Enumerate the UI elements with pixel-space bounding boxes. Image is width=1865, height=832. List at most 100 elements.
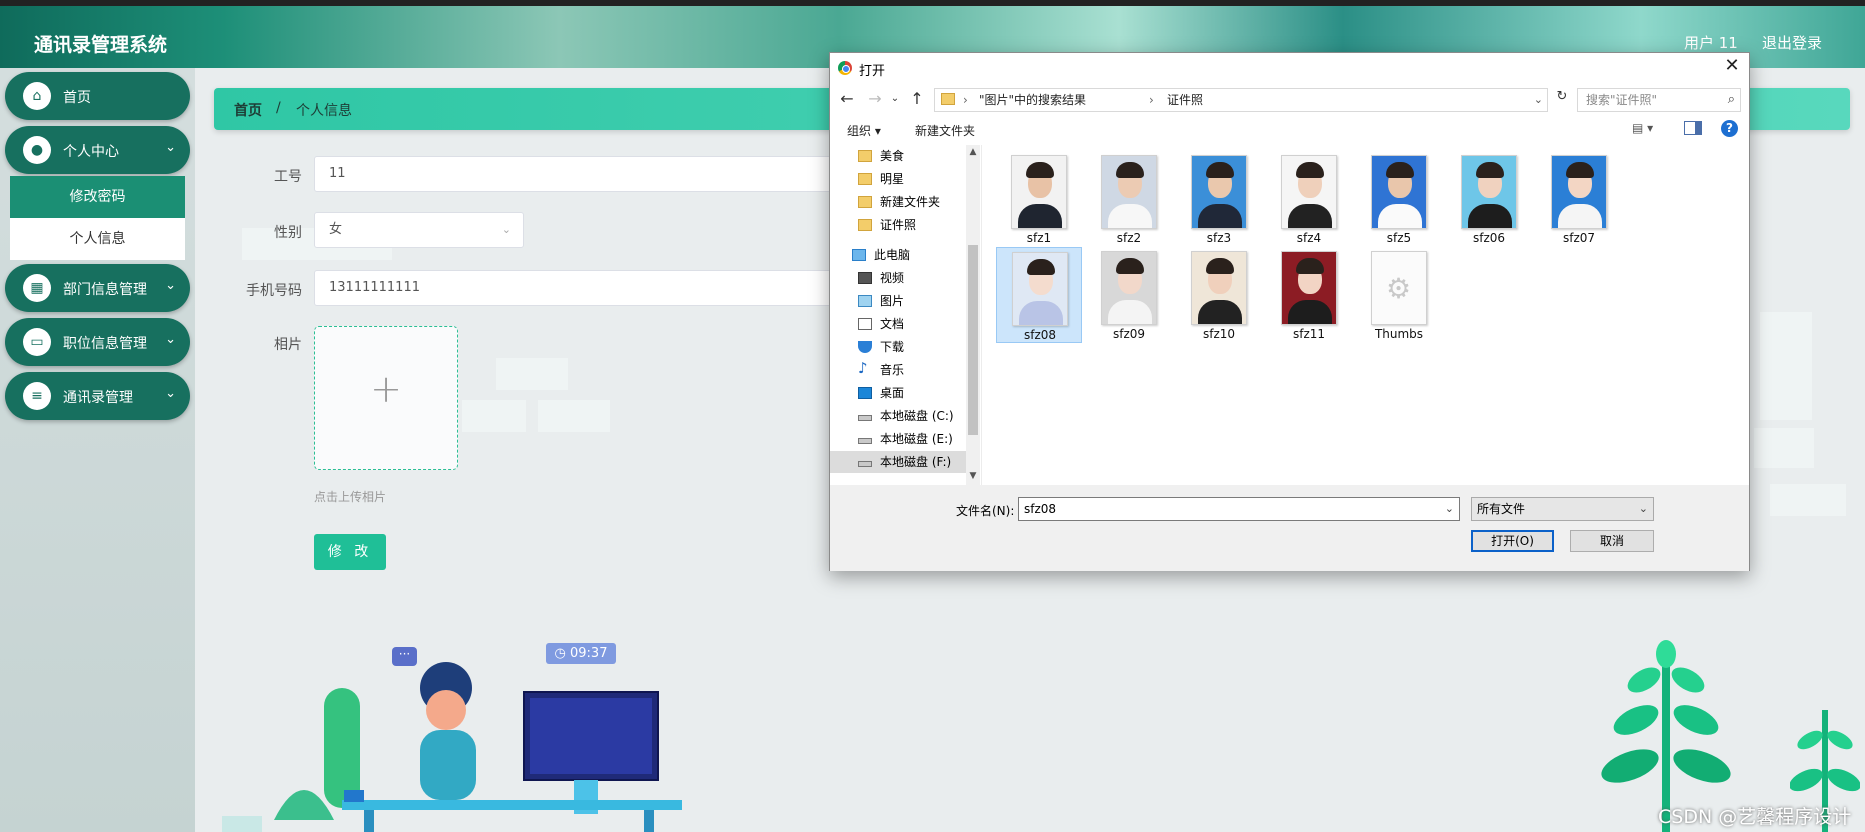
chevron-right-icon: › [963, 93, 968, 107]
background-decoration [462, 400, 526, 432]
chevron-down-icon: ⌄ [165, 278, 176, 293]
navigation-scrollbar[interactable]: ▲ ▼ [966, 145, 980, 485]
breadcrumb-current: 个人信息 [296, 103, 352, 119]
close-icon[interactable]: ✕ [1721, 55, 1743, 79]
phone-input[interactable]: 13111111111 [314, 270, 834, 306]
chevron-down-icon[interactable]: ▼ [966, 471, 980, 481]
sidebar: ⌂ 首页 ● 个人中心 ⌄ 修改密码 个人信息 ▦ 部门信息管理 ⌄ ▭ 职位信… [0, 68, 195, 832]
tree-item-label: 本地磁盘 (F:) [880, 455, 952, 469]
new-folder-button[interactable]: 新建文件夹 [915, 122, 975, 139]
pictures-icon [858, 295, 872, 307]
sidebar-item-department[interactable]: ▦ 部门信息管理 ⌄ [5, 264, 190, 312]
file-item[interactable]: sfz11 [1266, 247, 1352, 343]
breadcrumb-home[interactable]: 首页 [234, 100, 262, 120]
dialog-titlebar: 打开 ✕ [830, 53, 1749, 83]
gender-select[interactable]: 女 ⌄ [314, 212, 524, 248]
employee-id-input[interactable]: 11 [314, 156, 834, 192]
sidebar-subitem-change-password[interactable]: 修改密码 [10, 176, 185, 218]
photo-upload-area[interactable]: + [314, 326, 458, 470]
folder-icon [858, 173, 872, 185]
drive-icon [858, 415, 872, 421]
current-user: 用户 11 [1684, 34, 1738, 52]
chevron-down-icon: ⌄ [165, 332, 176, 347]
photo-thumbnail [1191, 155, 1247, 229]
recent-locations-icon[interactable]: ⌄ [886, 93, 904, 104]
sidebar-item-label: 通讯录管理 [63, 390, 133, 406]
file-item[interactable]: sfz5 [1356, 151, 1442, 247]
search-input[interactable]: 搜索"证件照" ⌕ [1577, 88, 1741, 112]
background-decoration [1754, 428, 1814, 468]
file-item[interactable]: sfz3 [1176, 151, 1262, 247]
drive-icon [858, 438, 872, 444]
open-button[interactable]: 打开(O) [1471, 530, 1554, 552]
dialog-navigation-bar: ← → ⌄ ↑ › "图片"中的搜索结果 › 证件照 ⌄ ↻ 搜索"证件照" ⌕ [830, 83, 1749, 117]
folder-icon [858, 196, 872, 208]
sidebar-item-home[interactable]: ⌂ 首页 [5, 72, 190, 120]
folder-icon [858, 150, 872, 162]
chevron-up-icon[interactable]: ▲ [966, 147, 980, 157]
file-name: sfz07 [1562, 231, 1596, 245]
sidebar-item-label: 首页 [63, 90, 91, 106]
tree-item-label: 明星 [880, 172, 905, 186]
filename-label: 文件名(N): [956, 504, 1015, 518]
music-icon: ♪ [858, 359, 868, 377]
back-arrow-icon[interactable]: ← [838, 89, 856, 108]
tree-item-drive-f[interactable]: 本地磁盘 (F:) [830, 451, 966, 473]
file-name: sfz08 [1023, 328, 1057, 342]
sidebar-item-position[interactable]: ▭ 职位信息管理 ⌄ [5, 318, 190, 366]
sidebar-item-label: 职位信息管理 [63, 336, 147, 352]
file-item[interactable]: sfz4 [1266, 151, 1352, 247]
file-list: sfz1 sfz2 sfz3 sfz4 sfz5 sfz06 sfz07 sfz… [982, 145, 1749, 485]
filename-input[interactable]: sfz08 ⌄ [1018, 497, 1460, 521]
photo-thumbnail [1191, 251, 1247, 325]
sidebar-item-personal-center[interactable]: ● 个人中心 ⌄ [5, 126, 190, 174]
background-decoration [538, 400, 610, 432]
sidebar-subitem-personal-info[interactable]: 个人信息 [10, 218, 185, 260]
submit-button[interactable]: 修 改 [314, 534, 386, 570]
office-illustration [222, 662, 682, 832]
upload-hint: 点击上传相片 [314, 490, 387, 504]
filetype-select[interactable]: 所有文件 ⌄ [1471, 497, 1654, 521]
navigation-pane: 美食 明星 新建文件夹 证件照 此电脑 视频 图片 文档 下载 ♪ 音乐 桌面 … [830, 145, 982, 485]
chevron-down-icon[interactable]: ⌄ [1445, 498, 1454, 520]
photo-thumbnail [1281, 155, 1337, 229]
file-item[interactable]: sfz2 [1086, 151, 1172, 247]
background-decoration [1760, 312, 1812, 420]
scrollbar-thumb[interactable] [968, 245, 978, 435]
file-item[interactable]: ⚙ Thumbs [1356, 247, 1442, 343]
file-item[interactable]: sfz06 [1446, 151, 1532, 247]
photo-thumbnail [1551, 155, 1607, 229]
chevron-down-icon[interactable]: ⌄ [1534, 89, 1543, 111]
address-segment-search-results[interactable]: "图片"中的搜索结果 [979, 89, 1086, 111]
file-name: sfz10 [1202, 327, 1236, 341]
watermark: CSDN @艺馨程序设计 [1658, 806, 1852, 828]
organize-menu[interactable]: 组织 ▾ [847, 122, 881, 139]
view-options-icon[interactable]: ▤ ▾ [1632, 121, 1662, 135]
file-item[interactable]: sfz1 [996, 151, 1082, 247]
file-item[interactable]: sfz10 [1176, 247, 1262, 343]
logout-link[interactable]: 退出登录 [1762, 32, 1822, 53]
address-segment-folder[interactable]: 证件照 [1167, 89, 1203, 111]
sidebar-item-contacts[interactable]: ≡ 通讯录管理 ⌄ [5, 372, 190, 420]
breadcrumb-separator: / [276, 100, 281, 116]
refresh-icon[interactable]: ↻ [1552, 89, 1572, 111]
help-icon[interactable]: ? [1721, 120, 1738, 137]
employee-id-label: 工号 [274, 169, 302, 185]
file-item[interactable]: sfz09 [1086, 247, 1172, 343]
file-item-selected[interactable]: sfz08 [996, 247, 1082, 343]
grid-icon: ▦ [23, 274, 51, 302]
app-title: 通讯录管理系统 [34, 34, 168, 56]
forward-arrow-icon[interactable]: → [866, 89, 884, 108]
file-name: sfz5 [1386, 231, 1412, 245]
dialog-toolbar: 组织 ▾ 新建文件夹 ▤ ▾ ? [830, 117, 1749, 143]
computer-icon [852, 249, 866, 261]
cancel-button[interactable]: 取消 [1570, 530, 1654, 552]
preview-pane-icon[interactable] [1684, 121, 1702, 135]
file-item[interactable]: sfz07 [1536, 151, 1622, 247]
chevron-down-icon: ⌄ [501, 223, 511, 236]
up-arrow-icon[interactable]: ↑ [908, 89, 926, 108]
clock-time: 09:37 [570, 646, 608, 661]
chat-bubble-icon: ··· [392, 647, 417, 666]
address-bar[interactable]: › "图片"中的搜索结果 › 证件照 ⌄ [934, 88, 1548, 112]
chevron-down-icon: ⌄ [165, 140, 176, 155]
